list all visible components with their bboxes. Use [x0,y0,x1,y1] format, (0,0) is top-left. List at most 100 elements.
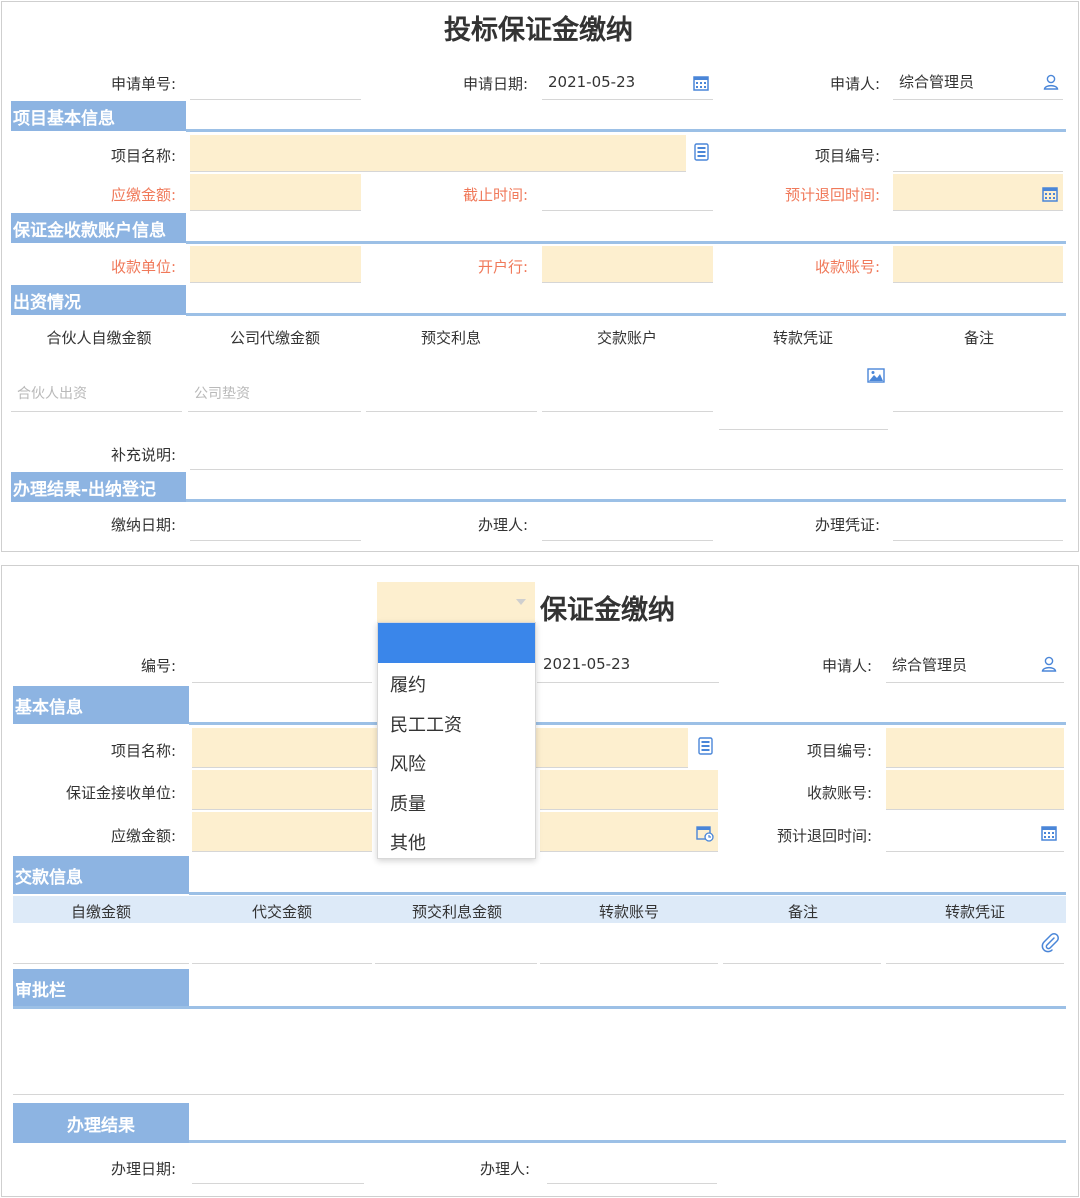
section-divider [13,1006,1066,1009]
account-no-field[interactable] [886,770,1064,810]
bank-field[interactable] [540,770,718,810]
paperclip-icon[interactable] [1039,932,1061,954]
list-picker-icon[interactable] [696,736,714,756]
section-account-info: 保证金收款账户信息 [11,213,186,243]
project-no-label: 项目编号: [806,742,872,760]
dropdown-option-empty[interactable] [378,623,535,663]
deadline-field[interactable] [542,174,713,211]
receiver-label: 保证金接收单位: [65,784,176,802]
column-header: 预交利息 [420,329,481,347]
no-label: 编号: [140,657,176,675]
calendar-clock-icon[interactable] [695,824,715,842]
handler-field[interactable] [542,504,713,541]
voucher-field[interactable] [893,504,1063,541]
project-no-field[interactable] [893,135,1063,172]
approval-area[interactable] [13,1010,1064,1095]
supplement-label: 补充说明: [110,446,176,464]
handler-label: 办理人: [477,516,528,534]
remark-input[interactable] [723,926,881,964]
account-no-field[interactable] [893,246,1063,283]
list-picker-icon[interactable] [692,142,710,162]
applicant-value: 综合管理员 [899,73,975,91]
dropdown-option[interactable]: 民工工资 [390,711,462,737]
company-amount-input[interactable]: 公司垫资 [188,375,361,412]
partner-amount-input[interactable]: 合伙人出资 [11,375,182,412]
interest-input[interactable] [366,375,537,412]
amount-due-field[interactable] [190,174,361,211]
apply-no-field[interactable] [190,64,361,100]
self-pay-input[interactable] [13,926,189,964]
proxy-pay-input[interactable] [192,926,372,964]
deadline-field[interactable] [540,812,718,852]
pay-date-field[interactable] [190,504,361,541]
amount-due-label: 应缴金额: [110,186,176,204]
calendar-icon[interactable] [1040,824,1058,842]
interest-input[interactable] [375,926,537,964]
section-result: 办理结果-出纳登记 [11,472,186,502]
section-basic-info: 基本信息 [13,686,189,724]
deadline-label: 截止时间: [462,186,528,204]
dropdown-option[interactable]: 质量 [390,790,426,816]
dropdown-option[interactable]: 风险 [390,750,426,776]
remark-input[interactable] [893,375,1063,412]
amount-due-label: 应缴金额: [110,827,176,845]
deposit-type-select[interactable] [377,582,535,622]
form-deposit-payment: 保证金缴纳 编号: 2021-05-23 申请人: 综合管理员 基本信息 项目名… [1,565,1079,1197]
account-no-label: 收款账号: [806,784,872,802]
amount-due-field[interactable] [192,812,372,852]
handle-date-label: 办理日期: [110,1160,176,1178]
expected-return-label: 预计退回时间: [784,186,880,204]
form-title: 保证金缴纳 [540,595,675,626]
project-no-field[interactable] [886,728,1064,768]
applicant-label: 申请人: [821,657,872,675]
no-field[interactable] [192,646,372,683]
date-field[interactable]: 2021-05-23 [537,646,719,683]
apply-date-field[interactable]: 2021-05-23 [542,64,713,100]
user-icon[interactable] [1040,655,1058,673]
apply-date-value: 2021-05-23 [548,72,636,91]
section-divider [186,313,1066,316]
column-header: 备注 [963,329,994,347]
form-bid-deposit-payment: 投标保证金缴纳 申请单号: 申请日期: 2021-05-23 申请人: 综合管理… [1,1,1079,552]
section-result: 办理结果 [13,1103,189,1143]
expected-return-field[interactable] [886,812,1064,852]
column-header: 备注 [787,903,818,921]
partner-amount-placeholder: 合伙人出资 [17,386,87,402]
form-title: 投标保证金缴纳 [444,15,633,46]
calendar-icon[interactable] [692,74,710,92]
project-name-field[interactable] [190,135,686,172]
project-name-label: 项目名称: [110,742,176,760]
handler-label: 办理人: [479,1160,530,1178]
expected-return-field[interactable] [893,174,1063,211]
receiver-field[interactable] [190,246,361,283]
transfer-voucher-field[interactable] [719,362,888,430]
column-header: 转款账号 [598,903,659,921]
section-approval: 审批栏 [13,969,189,1007]
user-icon[interactable] [1042,73,1060,91]
column-header: 公司代缴金额 [229,329,320,347]
column-header: 交款账户 [596,329,657,347]
handle-date-field[interactable] [192,1146,364,1184]
chevron-down-icon[interactable] [514,596,528,608]
date-value: 2021-05-23 [543,655,631,673]
handler-field[interactable] [547,1146,717,1184]
apply-no-label: 申请单号: [110,75,176,93]
section-divider [186,499,1066,502]
image-upload-icon[interactable] [866,366,886,384]
receiver-field[interactable] [192,770,372,810]
supplement-field[interactable] [190,434,1063,470]
dropdown-option[interactable]: 其他 [390,829,426,855]
applicant-field[interactable]: 综合管理员 [886,646,1064,683]
deposit-type-dropdown: 履约 民工工资 风险 质量 其他 [377,622,536,859]
applicant-field[interactable]: 综合管理员 [893,64,1063,100]
dropdown-option[interactable]: 履约 [390,671,426,697]
section-project-basic-info: 项目基本信息 [11,101,186,131]
transfer-account-input[interactable] [540,926,718,964]
calendar-icon[interactable] [1041,185,1059,203]
expected-return-label: 预计退回时间: [776,827,872,845]
payment-account-input[interactable] [542,375,713,412]
pay-date-label: 缴纳日期: [110,516,176,534]
voucher-input[interactable] [886,926,1064,964]
column-header: 转款凭证 [772,329,833,347]
bank-field[interactable] [542,246,713,283]
